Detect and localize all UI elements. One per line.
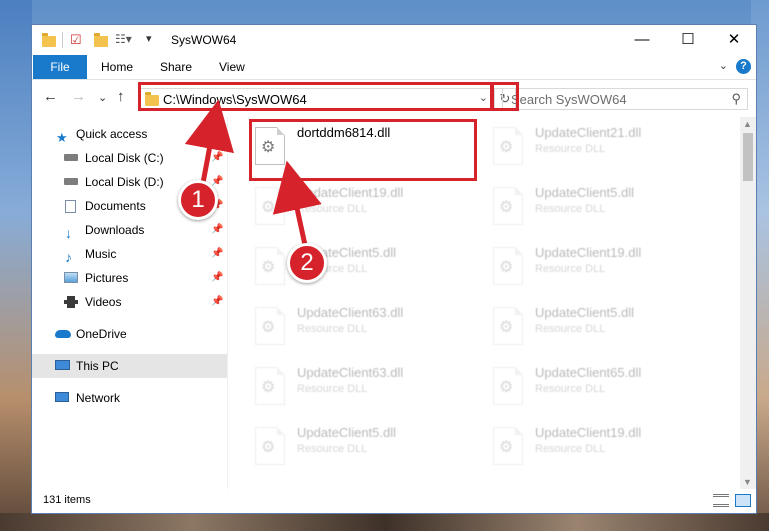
- step-1-badge: 1: [178, 180, 218, 220]
- callout-arrows: [184, 99, 322, 250]
- step-2-badge: 2: [287, 243, 327, 283]
